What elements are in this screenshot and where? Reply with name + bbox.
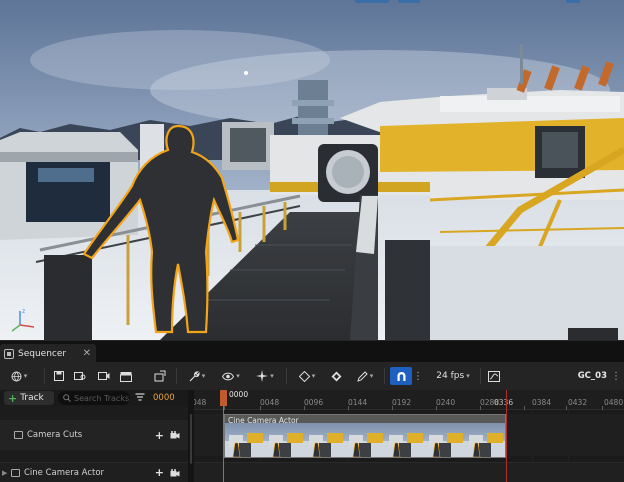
axis-gizmo-icon: z	[11, 308, 35, 332]
view-options-button[interactable]: ▾	[218, 367, 244, 385]
save-button[interactable]	[52, 367, 66, 385]
track-outliner: + Track 0000 Camera Cuts + ▶	[0, 390, 188, 482]
tools-button[interactable]: ▾	[184, 367, 210, 385]
search-icon	[63, 394, 71, 402]
snapping-toggle[interactable]	[390, 367, 412, 385]
search-input[interactable]	[74, 393, 130, 403]
pencil-icon	[356, 370, 368, 382]
render-movie-button[interactable]	[96, 367, 112, 385]
outliner-header: + Track 0000	[0, 390, 188, 406]
add-track-button[interactable]: + Track	[4, 391, 54, 405]
camera-icon[interactable]	[170, 468, 180, 477]
frame-rate-dropdown[interactable]: 24 fps ▾	[432, 367, 474, 385]
sequencer-body: + Track 0000 Camera Cuts + ▶	[0, 390, 624, 482]
sequencer-icon	[4, 348, 14, 359]
toolbar-separator	[480, 368, 481, 384]
playhead-handle[interactable]	[220, 390, 227, 406]
playback-options-button[interactable]: ▾	[252, 367, 278, 385]
clapboard-icon	[120, 371, 132, 382]
svg-text:z: z	[22, 308, 25, 315]
toolbar-separator	[176, 368, 177, 384]
add-track-label: Track	[20, 393, 44, 403]
viewport-toolbar-button[interactable]	[355, 0, 389, 3]
ruler-label: 0336	[494, 398, 514, 407]
close-tab-icon[interactable]: ✕	[83, 348, 91, 359]
track-row-cine-camera-actor[interactable]: ▶ Cine Camera Actor +	[0, 462, 188, 482]
expand-arrow-icon[interactable]: ▶	[0, 469, 8, 477]
tab-sequencer[interactable]: Sequencer ✕	[0, 344, 96, 363]
ruler-label: 0096	[304, 398, 324, 407]
wrench-icon	[189, 370, 200, 381]
filter-icon[interactable]	[135, 393, 145, 403]
camera-cuts-icon	[14, 431, 23, 439]
ruler-label: 0240	[436, 398, 456, 407]
sequence-options-button[interactable]: ⋮	[611, 367, 621, 385]
cine-camera-icon	[11, 468, 20, 477]
curve-editor-icon	[488, 370, 500, 382]
camera-cut-section[interactable]: Cine Camera Actor	[224, 414, 506, 458]
playback-end-marker[interactable]	[506, 390, 507, 482]
sparkle-icon	[256, 370, 269, 382]
fps-label: 24 fps	[436, 371, 465, 381]
track-row-camera-cuts[interactable]: Camera Cuts +	[0, 420, 188, 450]
track-label: Cine Camera Actor	[24, 467, 105, 478]
diamond-key-icon	[298, 370, 310, 382]
snapping-options-button[interactable]: ⋮	[413, 367, 423, 385]
movie-icon	[98, 372, 110, 380]
ruler-label: 0384	[532, 398, 552, 407]
current-frame-field[interactable]: 0000	[153, 393, 175, 403]
world-button[interactable]: ▾	[8, 367, 30, 385]
ruler-label: 0480	[604, 398, 624, 407]
ruler-label: 0144	[348, 398, 368, 407]
camera-export-icon	[154, 370, 166, 382]
track-search-box[interactable]	[58, 391, 130, 405]
curve-editor-button[interactable]	[486, 367, 502, 385]
ruler-label: 0048	[260, 398, 280, 407]
tab-label: Sequencer	[18, 348, 67, 359]
add-key-button[interactable]	[328, 367, 344, 385]
magnet-icon	[397, 371, 405, 381]
ruler-label: 048	[194, 398, 207, 407]
browse-icon	[74, 372, 86, 380]
cine-camera-lane[interactable]	[194, 462, 624, 482]
sequencer-toolbar: ▾ ▾ ▾ ▾ ▾ ▾ ⋮ 24 fps ▾ GC_03 ⋮	[0, 362, 624, 390]
find-in-content-browser-button[interactable]	[72, 367, 88, 385]
playhead-label: 0000	[229, 390, 249, 399]
eye-icon	[222, 372, 235, 380]
time-ruler[interactable]: 048 0048 0096 0144 0192 0240 0288 0336 0…	[194, 390, 624, 410]
track-label: Camera Cuts	[27, 430, 83, 440]
level-viewport[interactable]: z	[0, 0, 624, 340]
timeline-area[interactable]: 048 0048 0096 0144 0192 0240 0288 0336 0…	[194, 390, 624, 482]
ruler-label: 0192	[392, 398, 412, 407]
plus-icon: +	[8, 391, 18, 405]
key-filled-icon	[331, 371, 341, 381]
camera-lock-button[interactable]	[152, 367, 168, 385]
add-track-to-actor-button[interactable]: +	[155, 466, 164, 479]
key-interpolation-button[interactable]: ▾	[294, 367, 320, 385]
camera-icon[interactable]	[170, 431, 180, 439]
toolbar-separator	[384, 368, 385, 384]
section-title: Cine Camera Actor	[228, 416, 299, 425]
viewport-toolbar-button[interactable]	[398, 0, 420, 3]
playhead-line	[223, 406, 224, 482]
sequencer-panel: Sequencer ✕ ▾ ▾ ▾ ▾ ▾ ▾ ⋮ 24 fps ▾ GC_03…	[0, 340, 624, 482]
add-section-button[interactable]: +	[155, 429, 164, 442]
panel-tab-strip: Sequencer ✕	[0, 340, 624, 363]
toolbar-separator	[286, 368, 287, 384]
ruler-label: 0432	[568, 398, 588, 407]
save-icon	[54, 371, 64, 381]
viewport-scene	[0, 0, 624, 340]
viewport-toolbar-button[interactable]	[566, 0, 580, 3]
globe-icon	[11, 371, 22, 382]
camera-thumbnails	[225, 423, 505, 457]
clapboard-button[interactable]	[118, 367, 134, 385]
toolbar-separator	[44, 368, 45, 384]
edit-tools-button[interactable]: ▾	[352, 367, 378, 385]
sequence-name: GC_03	[577, 371, 607, 381]
